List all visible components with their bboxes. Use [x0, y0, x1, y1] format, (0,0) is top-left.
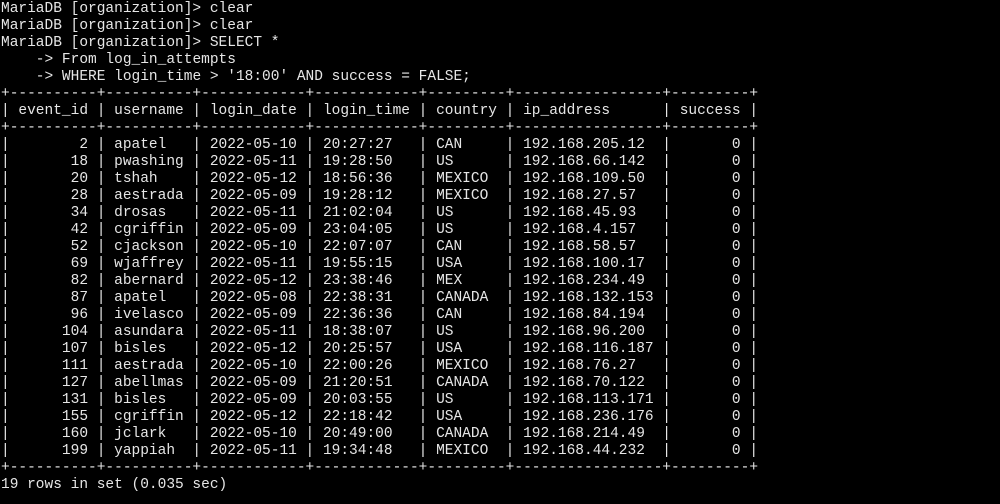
command-text: SELECT * — [209, 35, 280, 51]
table-row: | 52 | cjackson | 2022-05-10 | 22:07:07 … — [1, 239, 759, 255]
table-row: | 160 | jclark | 2022-05-10 | 20:49:00 |… — [1, 426, 759, 442]
prompt: -> — [1, 69, 62, 85]
prompt: MariaDB [organization]> — [1, 18, 210, 34]
table-border: +----------+----------+------------+----… — [1, 86, 759, 102]
table-header-row: | event_id | username | login_date | log… — [1, 103, 759, 119]
table-row: | 87 | apatel | 2022-05-08 | 22:38:31 | … — [1, 290, 759, 306]
command-text: clear — [209, 1, 254, 17]
table-row: | 2 | apatel | 2022-05-10 | 20:27:27 | C… — [1, 137, 759, 153]
command-text: From log_in_attempts — [61, 52, 236, 68]
command-line: MariaDB [organization]> clear — [1, 18, 1000, 35]
command-history: MariaDB [organization]> clear MariaDB [or… — [1, 1, 1000, 86]
table-row: | 111 | aestrada | 2022-05-10 | 22:00:26… — [1, 358, 759, 374]
table-row: | 96 | ivelasco | 2022-05-09 | 22:36:36 … — [1, 307, 759, 323]
table-row: | 82 | abernard | 2022-05-12 | 23:38:46 … — [1, 273, 759, 289]
command-line: MariaDB [organization]> clear — [1, 1, 1000, 18]
prompt: -> — [1, 52, 62, 68]
table-row: | 20 | tshah | 2022-05-12 | 18:56:36 | M… — [1, 171, 759, 187]
table-row: | 104 | asundara | 2022-05-11 | 18:38:07… — [1, 324, 759, 340]
command-line: -> WHERE login_time > '18:00' AND succes… — [1, 69, 1000, 86]
table-border: +----------+----------+------------+----… — [1, 120, 759, 136]
table-row: | 127 | abellmas | 2022-05-09 | 21:20:51… — [1, 375, 759, 391]
prompt: MariaDB [organization]> — [1, 1, 210, 17]
prompt: MariaDB [organization]> — [1, 35, 210, 51]
terminal-window[interactable]: MariaDB [organization]> clear MariaDB [or… — [0, 0, 1000, 504]
table-row: | 155 | cgriffin | 2022-05-12 | 22:18:42… — [1, 409, 759, 425]
table-row: | 131 | bisles | 2022-05-09 | 20:03:55 |… — [1, 392, 759, 408]
table-row: | 69 | wjaffrey | 2022-05-11 | 19:55:15 … — [1, 256, 759, 272]
command-text: clear — [209, 18, 254, 34]
command-text: WHERE login_time > '18:00' AND success =… — [61, 69, 471, 85]
table-row: | 34 | drosas | 2022-05-11 | 21:02:04 | … — [1, 205, 759, 221]
table-row: | 199 | yappiah | 2022-05-11 | 19:34:48 … — [1, 443, 759, 459]
command-line: MariaDB [organization]> SELECT * — [1, 35, 1000, 52]
table-row: | 42 | cgriffin | 2022-05-09 | 23:04:05 … — [1, 222, 759, 238]
table-border: +----------+----------+------------+----… — [1, 460, 759, 476]
result-table: +----------+----------+------------+----… — [1, 86, 1000, 477]
command-line: -> From log_in_attempts — [1, 52, 1000, 69]
table-row: | 28 | aestrada | 2022-05-09 | 19:28:12 … — [1, 188, 759, 204]
table-row: | 107 | bisles | 2022-05-12 | 20:25:57 |… — [1, 341, 759, 357]
table-row: | 18 | pwashing | 2022-05-11 | 19:28:50 … — [1, 154, 759, 170]
result-summary: 19 rows in set (0.035 sec) — [1, 477, 228, 493]
